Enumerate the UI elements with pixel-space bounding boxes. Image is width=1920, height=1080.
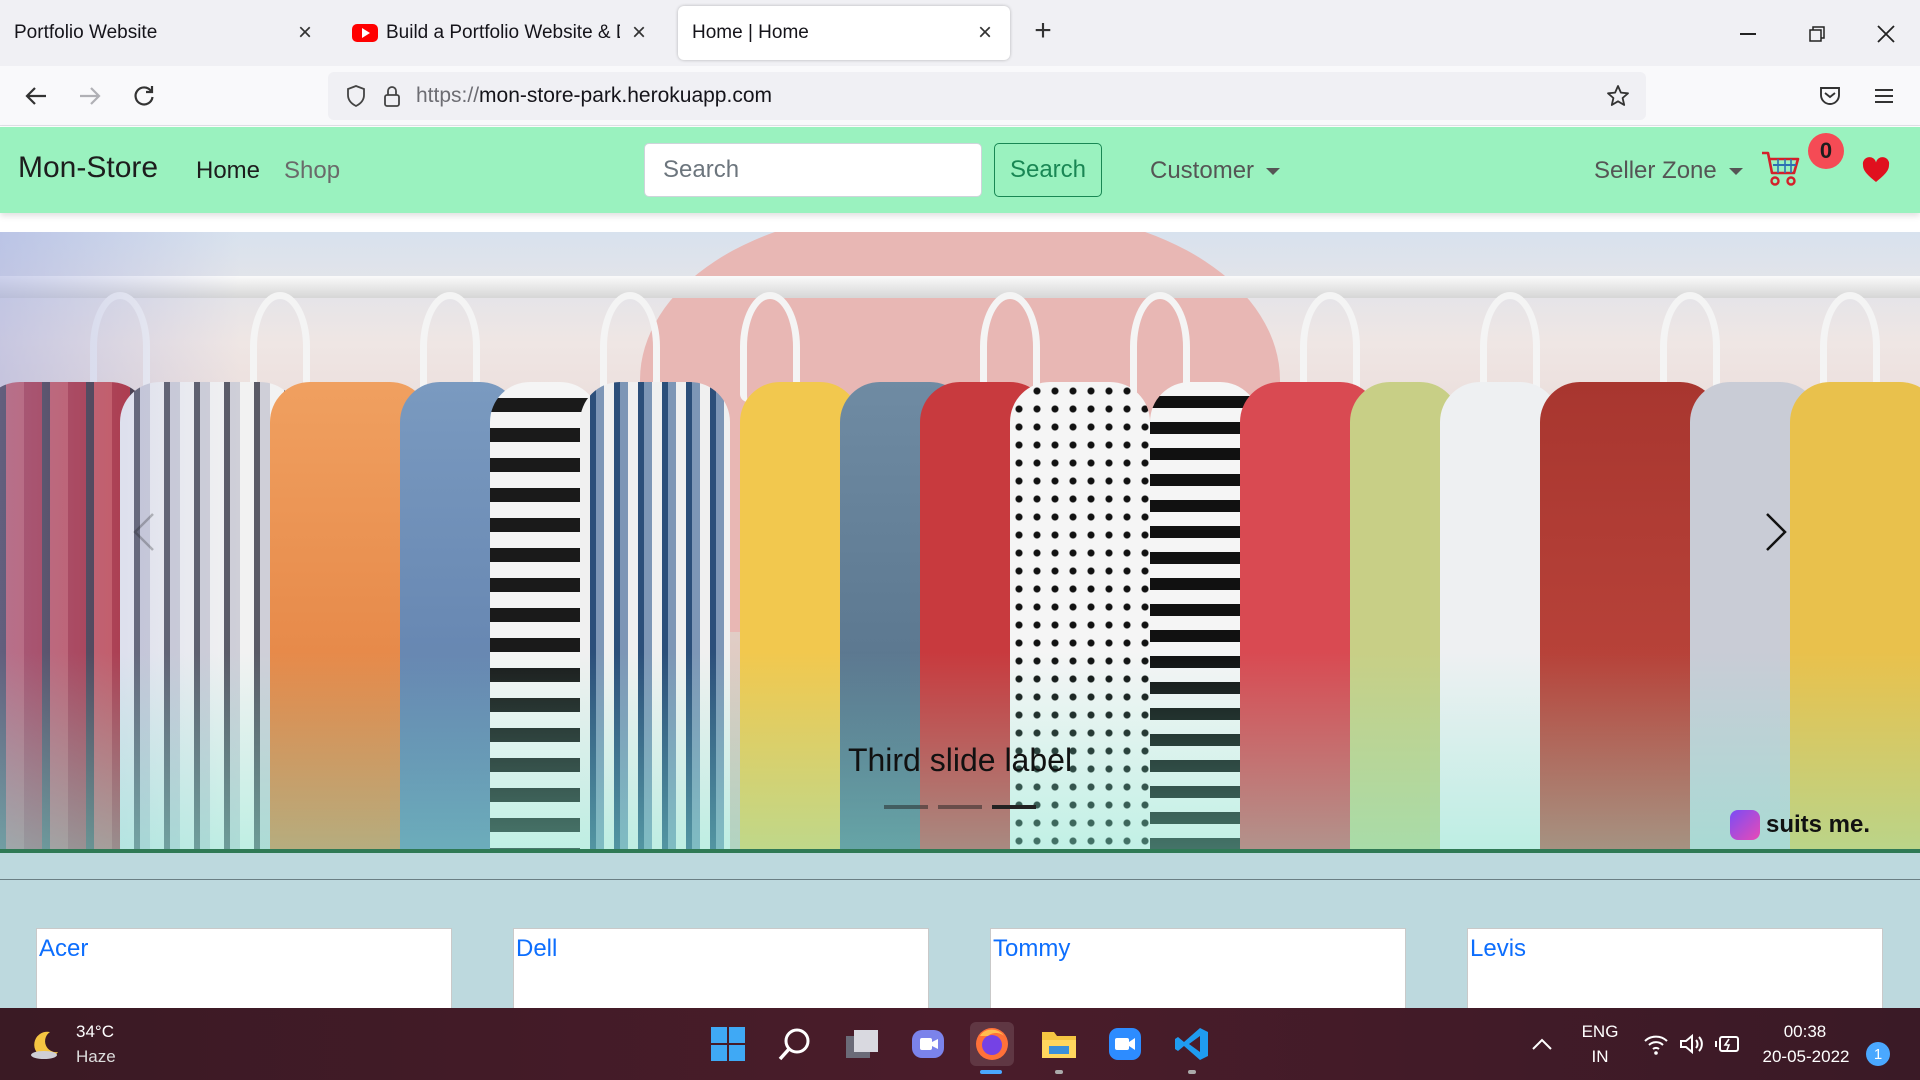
cart-icon[interactable] <box>1760 149 1802 189</box>
active-app-indicator <box>980 1070 1002 1074</box>
brand-section: Acer Dell Tommy Levis <box>0 853 1920 1018</box>
windows-start-icon[interactable] <box>706 1022 750 1066</box>
watermark: suits me. <box>1730 810 1870 840</box>
brand-link-dell[interactable]: Dell <box>516 935 557 963</box>
brand-card: Dell <box>513 928 929 1018</box>
tab-title: Portfolio Website <box>14 22 158 43</box>
pocket-icon[interactable] <box>1812 78 1848 114</box>
clock-time[interactable]: 00:38 <box>1760 1022 1850 1042</box>
heart-icon[interactable] <box>1862 157 1890 183</box>
running-app-indicator <box>1188 1070 1196 1074</box>
site-brand[interactable]: Mon-Store <box>18 151 158 185</box>
tab-title: Build a Portfolio Website & Dep <box>386 22 620 43</box>
carousel-indicator-3[interactable] <box>992 805 1036 809</box>
weather-temperature[interactable]: 34°C <box>76 1022 114 1042</box>
restore-icon[interactable] <box>1797 14 1837 54</box>
url-protocol: https:// <box>416 84 480 107</box>
language-indicator[interactable]: ENG <box>1580 1022 1620 1042</box>
watermark-text: suits me. <box>1766 811 1871 838</box>
tab-portfolio-website[interactable]: Portfolio Website × <box>0 6 330 60</box>
bookmark-star-icon[interactable] <box>1600 78 1636 114</box>
firefox-icon[interactable] <box>970 1022 1014 1066</box>
carousel-caption: Third slide label <box>847 742 1073 778</box>
browser-toolbar: https://mon-store-park.herokuapp.com <box>0 66 1920 126</box>
close-window-icon[interactable] <box>1866 14 1906 54</box>
carousel-indicators <box>0 805 1920 809</box>
chevron-left-icon <box>133 513 154 551</box>
vscode-icon[interactable] <box>1170 1022 1214 1066</box>
chevron-right-icon <box>1766 513 1787 551</box>
brand-card: Tommy <box>990 928 1406 1018</box>
nav-link-home[interactable]: Home <box>196 157 260 185</box>
menu-hamburger-icon[interactable] <box>1866 78 1902 114</box>
carousel-prev-button[interactable] <box>120 502 168 562</box>
tab-home[interactable]: Home | Home × <box>678 6 1010 60</box>
close-tab-icon[interactable]: × <box>294 19 316 46</box>
tab-youtube[interactable]: Build a Portfolio Website & Dep × <box>338 6 664 60</box>
site-navbar: Mon-Store Home Shop Search Customer Sell… <box>0 127 1920 213</box>
back-arrow-icon[interactable] <box>18 78 54 114</box>
tab-title: Home | Home <box>692 22 809 43</box>
chevron-down-icon <box>1266 167 1281 175</box>
clock-date[interactable]: 20-05-2022 <box>1756 1047 1856 1067</box>
suits-me-logo-icon <box>1730 810 1760 840</box>
moon-weather-icon[interactable] <box>28 1028 62 1062</box>
notification-badge[interactable]: 1 <box>1866 1042 1890 1066</box>
carousel-indicator-2[interactable] <box>938 805 982 809</box>
brand-link-tommy[interactable]: Tommy <box>993 935 1070 963</box>
running-app-indicator <box>1055 1070 1063 1074</box>
windows-taskbar: 34°C Haze ENG IN 00:38 20-05-2022 1 <box>0 1008 1920 1080</box>
carousel-next-button[interactable] <box>1752 502 1800 562</box>
brand-card: Acer <box>36 928 452 1018</box>
carousel-indicator-1[interactable] <box>884 805 928 809</box>
url-host: mon-store-park.herokuapp.com <box>479 84 772 107</box>
hero-carousel: Third slide label suits me. <box>0 232 1920 849</box>
chevron-down-icon <box>1728 167 1743 175</box>
new-tab-button[interactable]: + <box>1026 14 1060 48</box>
chevron-up-icon[interactable] <box>1520 1022 1564 1066</box>
search-input[interactable] <box>644 143 982 197</box>
teams-chat-icon[interactable] <box>906 1022 950 1066</box>
cart-count-badge: 0 <box>1808 133 1844 169</box>
brand-link-levis[interactable]: Levis <box>1470 935 1526 963</box>
youtube-icon <box>352 24 378 42</box>
seller-zone-dropdown[interactable]: Seller Zone <box>1594 157 1743 185</box>
url-bar[interactable]: https://mon-store-park.herokuapp.com <box>328 72 1646 120</box>
tracking-shield-icon[interactable] <box>338 78 374 114</box>
minimize-icon[interactable] <box>1728 14 1768 54</box>
brand-link-acer[interactable]: Acer <box>39 935 88 963</box>
lock-icon[interactable] <box>374 78 410 114</box>
customer-dropdown-label: Customer <box>1150 157 1255 184</box>
region-indicator[interactable]: IN <box>1580 1047 1620 1067</box>
seller-zone-label: Seller Zone <box>1594 157 1717 184</box>
brand-card: Levis <box>1467 928 1883 1018</box>
divider <box>0 879 1920 880</box>
customer-dropdown[interactable]: Customer <box>1150 157 1281 185</box>
forward-arrow-icon[interactable] <box>72 78 108 114</box>
close-tab-icon[interactable]: × <box>974 19 996 46</box>
battery-icon[interactable] <box>1706 1022 1750 1066</box>
reload-icon[interactable] <box>126 78 162 114</box>
zoom-icon[interactable] <box>1103 1022 1147 1066</box>
task-view-icon[interactable] <box>840 1022 884 1066</box>
file-explorer-icon[interactable] <box>1037 1022 1081 1066</box>
close-tab-icon[interactable]: × <box>628 19 650 46</box>
search-button[interactable]: Search <box>994 143 1102 197</box>
browser-tab-bar: Portfolio Website × Build a Portfolio We… <box>0 0 1920 66</box>
search-icon[interactable] <box>773 1022 817 1066</box>
nav-link-shop[interactable]: Shop <box>284 157 340 185</box>
weather-condition[interactable]: Haze <box>76 1047 116 1067</box>
url-text[interactable]: https://mon-store-park.herokuapp.com <box>416 84 772 108</box>
